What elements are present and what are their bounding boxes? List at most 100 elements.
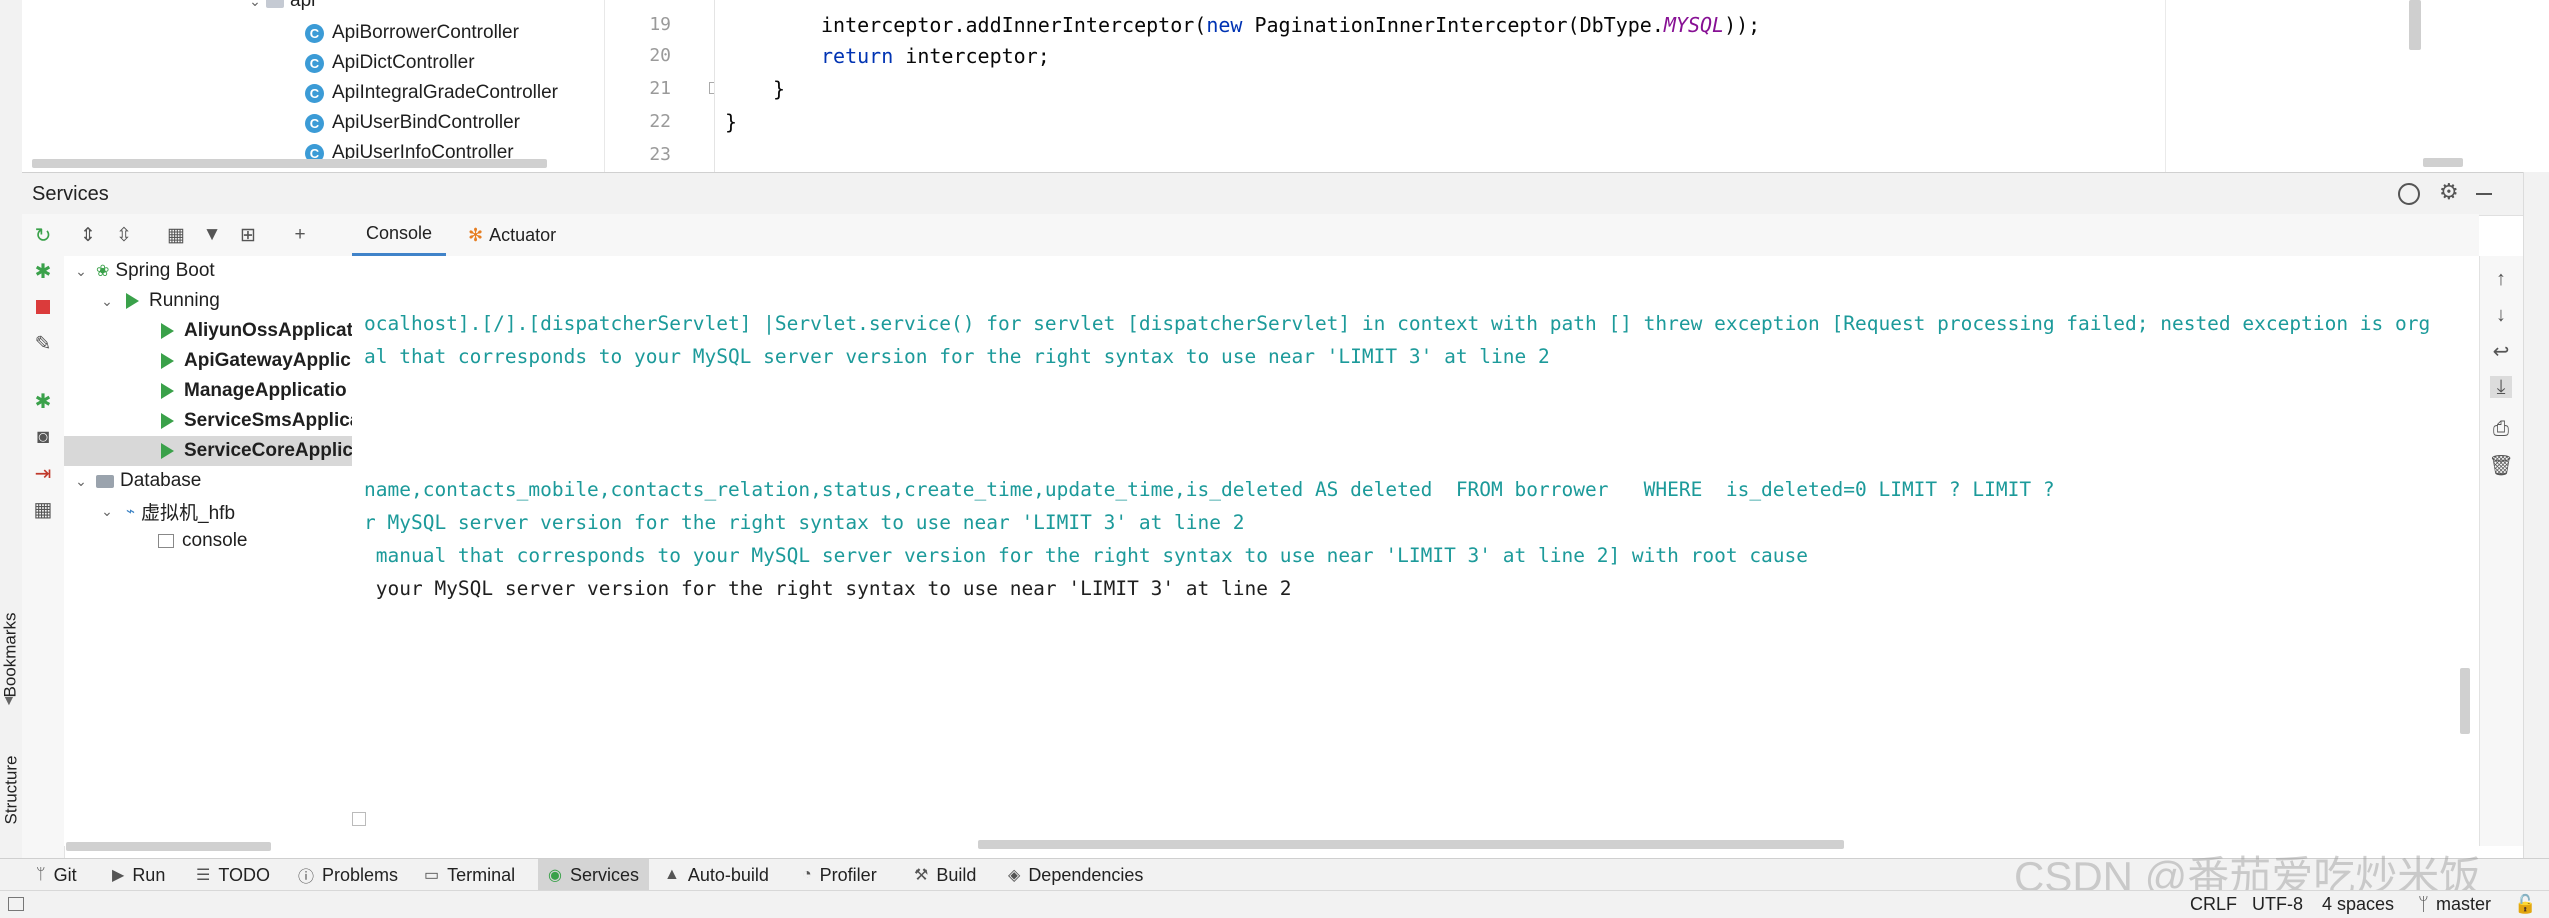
tree-node-spring-boot[interactable]: ⌄ ❀ Spring Boot — [64, 256, 352, 286]
group-icon[interactable]: ▦ — [164, 223, 188, 247]
code-editor[interactable]: interceptor.addInnerInterceptor(new Pagi… — [714, 0, 2463, 172]
right-tool-strip — [2523, 172, 2549, 890]
tree-item[interactable]: C ApiIntegralGradeController — [305, 78, 558, 108]
tab-actuator[interactable]: ✻ Actuator — [454, 214, 570, 256]
window-toggle-icon[interactable] — [8, 897, 24, 911]
horizontal-scrollbar[interactable] — [66, 842, 271, 851]
tab-todo[interactable]: ☰ TODO — [186, 859, 280, 891]
line-number: 19 — [649, 14, 671, 35]
tree-node-app[interactable]: ApiGatewayApplic — [64, 346, 352, 376]
tab-label: Auto-build — [687, 864, 769, 885]
structure-tab[interactable]: Structure — [0, 735, 22, 845]
arrow-down-icon[interactable]: ↓ — [2490, 304, 2512, 326]
tab-console[interactable]: Console — [352, 214, 447, 256]
line-number: 21 — [649, 78, 671, 99]
exit-icon[interactable]: ⇥ — [32, 462, 54, 485]
datasource-icon: ⌁ — [126, 503, 136, 520]
layout-icon[interactable]: ▦ — [32, 498, 54, 521]
tree-node-console[interactable]: console — [64, 526, 352, 556]
node-label: ServiceCoreApplica — [184, 440, 352, 461]
file-encoding[interactable]: UTF-8 — [2252, 894, 2303, 915]
tree-node-app[interactable]: ServiceSmsApplica — [64, 406, 352, 436]
tree-item[interactable]: C ApiUserBindController — [305, 108, 520, 138]
line-number: 23 — [649, 144, 671, 165]
tree-folder-api[interactable]: ⌄ api — [244, 0, 315, 16]
filter-icon[interactable]: ▼ — [200, 223, 224, 247]
add-icon[interactable]: + — [288, 223, 312, 247]
fold-icon[interactable] — [352, 812, 366, 826]
tab-services[interactable]: ◉ Services — [538, 859, 649, 891]
bookmark-icon: ▼ — [2, 692, 16, 708]
tab-terminal[interactable]: ▭ Terminal — [414, 859, 525, 891]
wrench-icon[interactable]: ✎ — [32, 332, 54, 355]
console-line: your MySQL server version for the right … — [364, 577, 1292, 600]
arrow-up-icon[interactable]: ↑ — [2490, 268, 2512, 290]
tab-dependencies[interactable]: ◈ Dependencies — [998, 859, 1153, 891]
print-icon[interactable]: ⎙ — [2490, 418, 2512, 440]
horizontal-scrollbar[interactable] — [32, 159, 547, 168]
code-line-22: } — [725, 110, 738, 134]
tab-run[interactable]: ▶ Run — [102, 859, 175, 891]
warning-icon: ▲ — [664, 866, 680, 883]
tree-item[interactable]: C ApiBorrowerController — [305, 18, 519, 48]
tree-node-datasource[interactable]: ⌄ ⌁ 虚拟机_hfb — [64, 496, 352, 526]
trash-icon[interactable]: 🗑 — [2488, 454, 2513, 477]
code-keyword: return — [821, 44, 894, 68]
rerun-icon[interactable]: ↻ — [32, 224, 54, 247]
tab-problems[interactable]: ⓘ Problems — [288, 859, 408, 891]
new-tab-icon[interactable]: ⊞ — [236, 223, 260, 247]
expand-all-icon[interactable]: ⇕ — [76, 223, 100, 247]
git-branch[interactable]: master — [2436, 894, 2491, 915]
class-icon: C — [305, 83, 324, 103]
tab-profiler[interactable]: ◔ Profiler — [792, 859, 887, 891]
horizontal-scrollbar[interactable] — [2423, 158, 2463, 167]
scroll-to-end-icon[interactable]: ⤓ — [2490, 376, 2512, 398]
tab-label: Console — [366, 223, 433, 243]
tab-label: Run — [132, 864, 166, 885]
tab-label: Git — [53, 864, 77, 885]
class-icon: C — [305, 23, 324, 43]
chevron-down-icon: ⌄ — [249, 0, 261, 9]
line-separator[interactable]: CRLF — [2190, 894, 2237, 915]
horizontal-scrollbar[interactable] — [978, 840, 1844, 849]
soft-wrap-icon[interactable]: ↩ — [2490, 340, 2512, 363]
vertical-scrollbar[interactable] — [2460, 668, 2470, 734]
tree-node-app[interactable]: AliyunOssApplicat — [64, 316, 352, 346]
right-margin-guide — [2165, 0, 2166, 172]
indent-setting[interactable]: 4 spaces — [2322, 894, 2394, 915]
run-icon — [161, 323, 174, 339]
gear-icon[interactable]: ⚙ — [2439, 179, 2459, 205]
tree-node-running[interactable]: ⌄ Running — [64, 286, 352, 316]
target-icon[interactable] — [2398, 183, 2420, 205]
tree-item-label: ApiIntegralGradeController — [332, 82, 559, 103]
console-actions: ↑ ↓ ↩ ⤓ ⎙ 🗑 — [2479, 256, 2524, 846]
class-icon: C — [305, 113, 324, 133]
debug-config-icon[interactable]: ✱ — [32, 390, 54, 413]
vertical-scrollbar[interactable] — [2409, 0, 2421, 50]
services-header: Services ⚙ — [22, 172, 2549, 216]
tab-label: Build — [936, 864, 977, 885]
lock-icon[interactable]: 🔓 — [2514, 894, 2536, 915]
minimize-icon[interactable] — [2476, 193, 2492, 195]
tree-node-app[interactable]: ManageApplicatio — [64, 376, 352, 406]
stop-icon[interactable] — [32, 296, 54, 318]
tree-item[interactable]: C ApiDictController — [305, 48, 475, 78]
chevron-down-icon: ⌄ — [75, 472, 87, 489]
console-output[interactable]: ocalhost].[/].[dispatcherServlet] |Servl… — [352, 256, 2479, 849]
collapse-all-icon[interactable]: ⇳ — [112, 223, 136, 247]
code-token: interceptor.addInnerInterceptor( — [821, 13, 1207, 37]
debug-icon[interactable]: ✱ — [32, 260, 54, 283]
tab-build[interactable]: ⚒ Build — [904, 859, 986, 891]
chevron-down-icon: ⌄ — [75, 262, 87, 279]
list-icon: ☰ — [196, 867, 211, 884]
run-icon — [161, 413, 174, 429]
code-constant: MYSQL — [1663, 13, 1725, 37]
code-line-19: interceptor.addInnerInterceptor(new Pagi… — [821, 13, 1760, 37]
tab-auto-build[interactable]: ▲ Auto-build — [654, 859, 779, 891]
run-icon — [161, 443, 174, 459]
camera-icon[interactable]: ◙ — [32, 426, 54, 448]
tree-node-app-selected[interactable]: ServiceCoreApplica — [64, 436, 352, 466]
tab-git[interactable]: ᛘ Git — [26, 859, 87, 891]
tree-node-database[interactable]: ⌄ Database — [64, 466, 352, 496]
tab-label: Problems — [322, 864, 399, 885]
